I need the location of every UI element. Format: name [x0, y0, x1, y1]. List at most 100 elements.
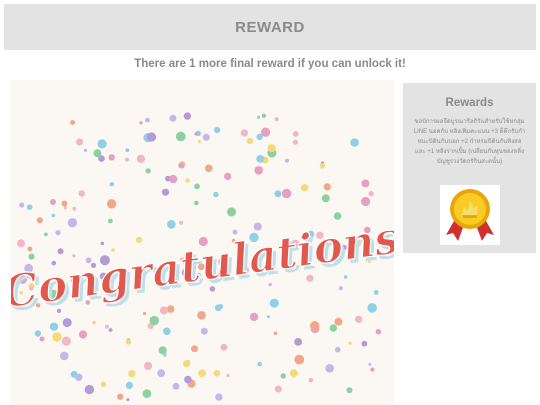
- confetti-dot: [334, 346, 341, 353]
- confetti-dot: [267, 144, 276, 153]
- confetti-dot: [319, 163, 326, 169]
- confetti-dot: [325, 364, 335, 373]
- confetti-dot: [350, 138, 359, 147]
- confetti-dot: [61, 200, 68, 207]
- confetti-dot: [214, 126, 221, 134]
- confetti-dot: [186, 359, 191, 364]
- confetti-dot: [157, 369, 166, 378]
- confetti-dot: [194, 132, 199, 136]
- confetti-dot: [128, 370, 136, 378]
- page-title: REWARD: [235, 18, 305, 36]
- confetti-dot: [280, 373, 286, 379]
- confetti-dot: [361, 340, 368, 347]
- confetti-dot: [343, 275, 348, 279]
- confetti-dot: [145, 168, 151, 174]
- confetti-dot: [167, 220, 176, 229]
- confetti-dot: [51, 213, 56, 218]
- confetti-dot: [321, 194, 330, 203]
- confetti-dot: [169, 174, 178, 184]
- confetti-dot: [200, 327, 208, 335]
- confetti-dot: [108, 218, 113, 224]
- confetti-dot: [166, 305, 175, 313]
- confetti-dot: [213, 369, 221, 377]
- confetti-dot: [76, 138, 84, 146]
- confetti-dot: [194, 183, 200, 190]
- confetti-dot: [100, 241, 105, 246]
- confetti-dot: [26, 204, 33, 210]
- confetti-dot: [17, 239, 25, 248]
- confetti-dot: [368, 191, 374, 197]
- confetti-dot: [84, 384, 95, 395]
- confetti-dot: [254, 166, 263, 175]
- confetti-dot: [213, 191, 219, 198]
- confetti-dot: [361, 179, 370, 188]
- confetti-dot: [62, 318, 72, 328]
- confetti-dot: [28, 253, 35, 260]
- confetti-dot: [169, 114, 177, 122]
- reward-subtitle: There are 1 more final reward if you can…: [134, 58, 406, 70]
- confetti-dot: [142, 389, 152, 398]
- confetti-dot: [249, 312, 259, 322]
- confetti-dot: [108, 328, 113, 332]
- confetti-dot: [183, 112, 192, 120]
- confetti-dot: [100, 381, 107, 387]
- confetti-dot: [281, 188, 292, 199]
- confetti-dot: [179, 220, 183, 225]
- confetti-dot: [370, 367, 375, 372]
- confetti-dot: [368, 362, 372, 366]
- confetti-dot: [39, 336, 45, 342]
- confetti-dot: [108, 154, 115, 161]
- confetti-dot: [214, 304, 222, 312]
- confetti-dot: [227, 207, 236, 217]
- confetti-dot: [329, 324, 337, 332]
- confetti-dot: [145, 117, 150, 123]
- confetti-dot: [172, 382, 180, 390]
- confetti-dot: [70, 120, 76, 125]
- confetti-dot: [63, 206, 67, 210]
- confetti-dot: [34, 330, 42, 337]
- confetti-dot: [198, 369, 207, 378]
- confetti-dot: [125, 148, 130, 153]
- confetti-dot: [159, 306, 168, 315]
- confetti-dot: [373, 290, 379, 295]
- confetti-dot: [257, 115, 261, 119]
- confetti-dot: [310, 321, 320, 331]
- confetti-dot: [333, 212, 342, 220]
- confetti-dot: [175, 131, 186, 142]
- confetti-dot: [191, 345, 198, 353]
- rewards-panel: Rewards ขอบัการผลจึดบูรณาริลกิรัแสำหรับใ…: [403, 83, 536, 253]
- confetti-dot: [78, 330, 88, 339]
- confetti-dot: [367, 303, 378, 313]
- congratulations-image: Congratulations Congratulations: [11, 80, 394, 405]
- confetti-dot: [104, 324, 109, 329]
- confetti-dot: [261, 127, 271, 137]
- confetti-dot: [232, 229, 238, 235]
- confetti-dot: [125, 157, 129, 162]
- confetti-dot: [215, 393, 223, 401]
- confetti-dot: [49, 322, 59, 331]
- confetti-dot: [144, 361, 153, 370]
- confetti-dot: [60, 351, 69, 361]
- confetti-dot: [125, 339, 132, 345]
- congratulations-text: Congratulations: [11, 213, 394, 319]
- confetti-dot: [142, 311, 147, 316]
- header-bar: REWARD: [4, 4, 536, 50]
- confetti-dot: [348, 341, 352, 345]
- confetti-dot: [375, 329, 382, 335]
- medal-card[interactable]: [440, 185, 500, 245]
- confetti-dot: [136, 154, 146, 163]
- confetti-dot: [256, 155, 265, 163]
- confetti-dot: [274, 385, 282, 393]
- confetti-dot: [197, 311, 206, 320]
- confetti-dot: [346, 387, 353, 394]
- confetti-dot: [289, 369, 298, 378]
- confetti-dot: [224, 172, 232, 180]
- confetti-dot: [355, 315, 363, 323]
- confetti-dot: [273, 331, 278, 336]
- confetti-dot: [126, 398, 130, 402]
- confetti-dot: [125, 381, 133, 389]
- confetti-dot: [220, 343, 228, 351]
- confetti-dot: [163, 327, 171, 336]
- confetti-dot: [194, 200, 199, 206]
- confetti-dot: [257, 361, 262, 367]
